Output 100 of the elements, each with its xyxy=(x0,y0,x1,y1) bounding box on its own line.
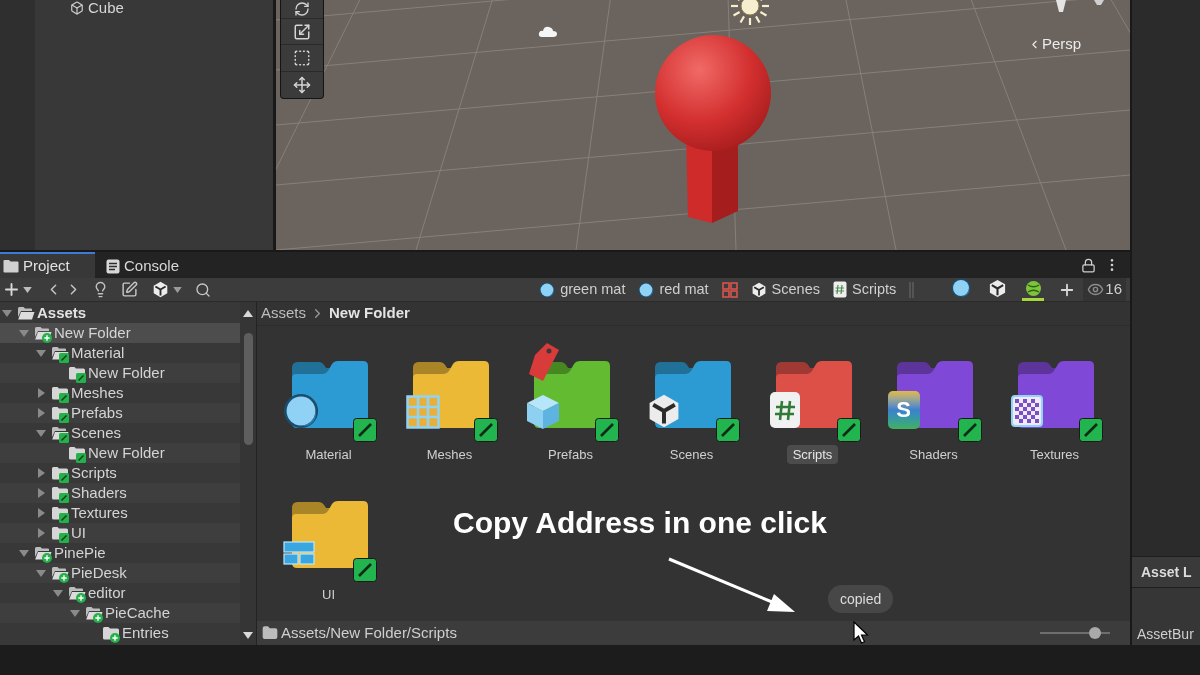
tree-label: Textures xyxy=(71,504,128,522)
rect-tool-icon xyxy=(293,49,311,67)
collapse-arrow-icon[interactable] xyxy=(38,468,45,478)
add-icon[interactable] xyxy=(2,280,21,299)
folder-name[interactable]: Material xyxy=(299,445,358,464)
tree-label: PieDesk xyxy=(71,564,127,582)
open-folder-icon xyxy=(17,305,35,321)
slash-badge-icon xyxy=(352,558,377,582)
tab[interactable]: Project xyxy=(0,252,95,278)
tool-button[interactable] xyxy=(281,0,323,19)
script-file-icon xyxy=(833,281,847,298)
breadcrumb-link[interactable]: New Folder xyxy=(329,302,410,325)
grid-icon xyxy=(405,395,440,429)
collapse-arrow-icon[interactable] xyxy=(38,408,45,418)
grid-icon[interactable] xyxy=(721,281,738,298)
expand-arrow-icon[interactable] xyxy=(19,329,29,337)
rotate-icon xyxy=(294,1,310,17)
expand-arrow-icon[interactable] xyxy=(36,349,46,357)
cube-icon xyxy=(70,1,84,15)
visible-count[interactable]: 16 xyxy=(1083,278,1126,301)
folder-name[interactable]: Textures xyxy=(1023,445,1086,464)
slash-badge-icon xyxy=(836,418,861,442)
hierarchy-item[interactable]: Cube xyxy=(88,0,124,16)
ball-icon xyxy=(1024,279,1042,297)
cube-icon xyxy=(524,393,561,431)
plus-badge-icon xyxy=(76,593,86,603)
favorite-item[interactable]: red mat xyxy=(638,278,709,301)
favorite-item[interactable]: Scenes xyxy=(750,278,820,301)
slash-badge-icon xyxy=(1078,418,1103,442)
folder-name[interactable]: Shaders xyxy=(903,445,964,464)
scene-view[interactable]: Persp xyxy=(276,0,1130,250)
lock-icon[interactable] xyxy=(1081,257,1096,273)
slash-badge-icon xyxy=(59,393,69,403)
script-file-icon xyxy=(768,391,801,429)
slash-badge-icon xyxy=(715,418,740,442)
collapse-arrow-icon[interactable] xyxy=(38,508,45,518)
plus-badge-icon xyxy=(110,633,120,643)
sphere-icon xyxy=(951,278,972,298)
copied-tooltip: copied xyxy=(828,585,894,613)
transform-icon xyxy=(293,76,311,94)
tree-row[interactable]: PieCache xyxy=(0,603,240,623)
tab[interactable]: Console xyxy=(103,252,190,278)
tree-row[interactable]: Shaders xyxy=(0,483,240,503)
tree-row[interactable]: New Folder xyxy=(0,363,240,383)
slash-badge-icon xyxy=(59,533,69,543)
scale-icon xyxy=(293,22,311,41)
folder-name[interactable]: Meshes xyxy=(420,445,479,464)
tree-row[interactable]: Prefabs xyxy=(0,403,240,423)
zoom-slider[interactable] xyxy=(1040,627,1110,639)
asset-path: Assets/New Folder/Scripts xyxy=(281,622,457,643)
favorite-item[interactable]: green mat xyxy=(539,278,626,301)
folder-icon xyxy=(3,259,19,273)
favorite-item[interactable]: Scripts xyxy=(833,278,897,301)
header-title: Asset L xyxy=(1141,562,1192,582)
caret-icon[interactable] xyxy=(173,286,182,293)
cloud-icon xyxy=(538,25,558,38)
tree-label: Scripts xyxy=(71,464,117,482)
expand-arrow-icon[interactable] xyxy=(36,569,46,577)
folder-icon xyxy=(262,625,278,641)
tree-row[interactable]: New Folder xyxy=(0,443,240,463)
sphere-icon xyxy=(638,281,655,298)
slash-badge-icon xyxy=(59,473,69,483)
caret-icon[interactable] xyxy=(23,286,32,293)
tree-row[interactable]: PieDesk xyxy=(0,563,240,583)
mouse-pointer-icon xyxy=(853,621,869,645)
scroll-down-icon[interactable] xyxy=(243,632,253,639)
breadcrumb-link[interactable]: Assets xyxy=(261,302,306,325)
expand-arrow-icon[interactable] xyxy=(36,429,46,437)
slider-thumb[interactable] xyxy=(1088,627,1101,639)
checkerboard-icon xyxy=(1010,395,1043,427)
scroll-up-icon[interactable] xyxy=(243,310,253,317)
slash-badge-icon xyxy=(76,453,86,463)
collapse-arrow-icon[interactable] xyxy=(38,488,45,498)
slash-badge-icon xyxy=(594,418,619,442)
cube-icon[interactable] xyxy=(152,281,169,298)
filter-toggle[interactable] xyxy=(1022,278,1045,301)
slash-badge-icon xyxy=(76,373,86,383)
sphere-icon xyxy=(539,281,556,298)
tree-label: New Folder xyxy=(88,364,165,382)
collapse-arrow-icon[interactable] xyxy=(38,528,45,538)
tree-row[interactable]: New Folder xyxy=(0,323,240,343)
edit-icon[interactable] xyxy=(121,281,138,298)
folder-name[interactable]: Prefabs xyxy=(542,445,599,464)
search-icon[interactable] xyxy=(195,281,211,298)
collapse-arrow-icon[interactable] xyxy=(38,388,45,398)
tree-label: New Folder xyxy=(88,444,165,462)
expand-arrow-icon[interactable] xyxy=(53,589,63,597)
cube-icon xyxy=(750,281,767,298)
tree-label: Prefabs xyxy=(71,404,123,422)
tree-label: Meshes xyxy=(71,384,124,402)
plus-badge-icon xyxy=(93,613,103,623)
expand-arrow-icon[interactable] xyxy=(70,609,80,617)
expand-arrow-icon[interactable] xyxy=(2,309,12,317)
tree-row[interactable]: UI xyxy=(0,523,240,543)
scrollbar-thumb[interactable] xyxy=(243,333,253,445)
folder-name[interactable]: Scenes xyxy=(663,445,720,464)
folder-name[interactable]: Scripts xyxy=(786,445,839,464)
folder-name[interactable]: UI xyxy=(316,585,341,604)
projection-label[interactable]: Persp xyxy=(1042,35,1082,53)
expand-arrow-icon[interactable] xyxy=(19,549,29,557)
